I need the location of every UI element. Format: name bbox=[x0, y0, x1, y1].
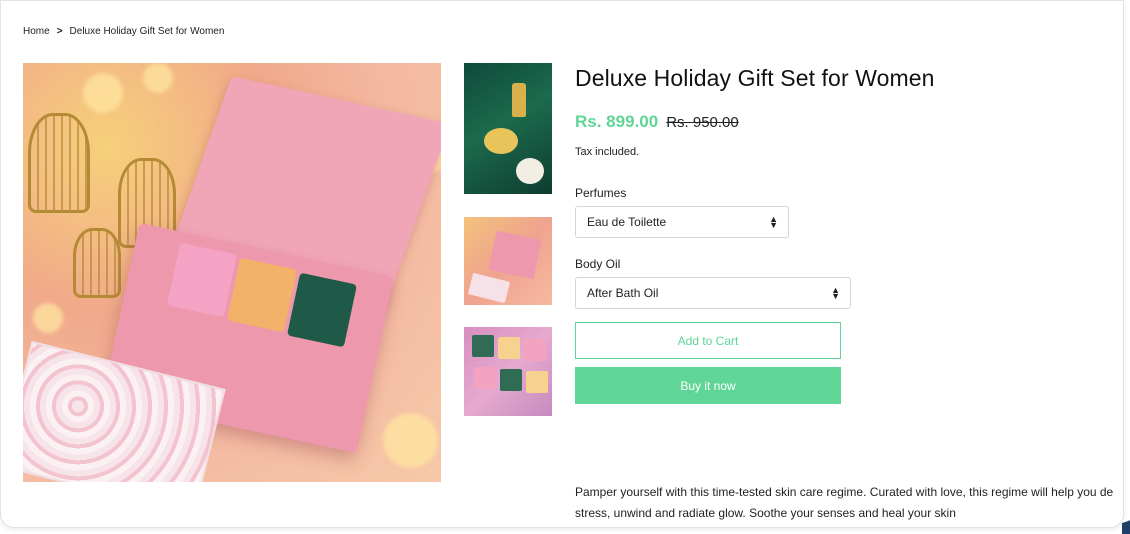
up-down-arrows-icon: ▲ ▼ bbox=[831, 285, 840, 301]
body-oil-label: Body Oil bbox=[575, 257, 621, 271]
up-down-arrows-icon: ▲ ▼ bbox=[769, 214, 778, 230]
product-page: Home > Deluxe Holiday Gift Set for Women bbox=[0, 0, 1124, 528]
body-oil-select[interactable]: After Bath Oil ▲ ▼ bbox=[575, 277, 851, 309]
product-description: Pamper yourself with this time-tested sk… bbox=[575, 485, 1114, 520]
product-thumbnail-3[interactable] bbox=[464, 327, 552, 416]
product-thumbnail-2[interactable] bbox=[464, 217, 552, 305]
product-thumbnail-1[interactable] bbox=[464, 63, 552, 194]
perfumes-label: Perfumes bbox=[575, 186, 627, 200]
body-oil-select-value: After Bath Oil bbox=[587, 286, 659, 300]
add-to-cart-button[interactable]: Add to Cart bbox=[575, 322, 841, 359]
main-product-image[interactable] bbox=[23, 63, 441, 482]
perfumes-select[interactable]: Eau de Toilette ▲ ▼ bbox=[575, 206, 789, 238]
product-title: Deluxe Holiday Gift Set for Women bbox=[575, 65, 935, 91]
buy-now-button[interactable]: Buy it now bbox=[575, 367, 841, 404]
price-row: Rs. 899.00 Rs. 950.00 bbox=[575, 112, 739, 132]
perfumes-select-value: Eau de Toilette bbox=[587, 215, 667, 229]
chevron-right-icon: > bbox=[56, 26, 63, 37]
breadcrumb-current: Deluxe Holiday Gift Set for Women bbox=[69, 26, 225, 37]
breadcrumb-home-link[interactable]: Home bbox=[23, 26, 50, 37]
breadcrumb: Home > Deluxe Holiday Gift Set for Women bbox=[23, 26, 224, 37]
tax-note: Tax included. bbox=[575, 146, 640, 158]
regular-price: Rs. 950.00 bbox=[666, 114, 739, 131]
corner-decoration bbox=[1122, 514, 1130, 534]
sale-price: Rs. 899.00 bbox=[575, 112, 659, 131]
